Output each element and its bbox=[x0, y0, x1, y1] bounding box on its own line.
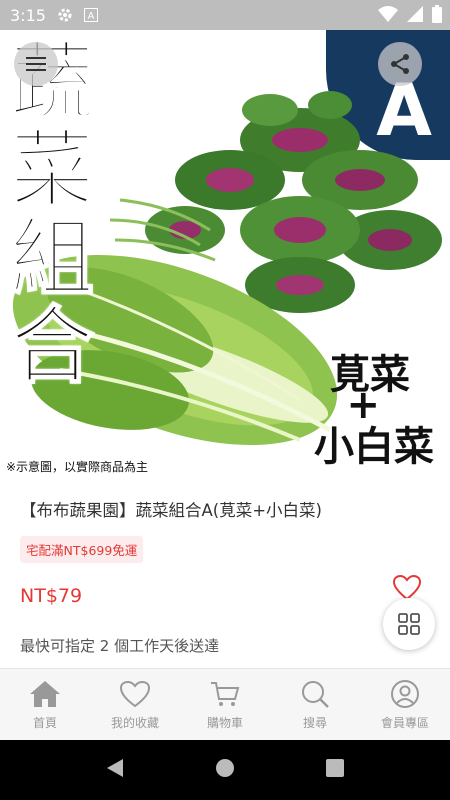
a-icon: A bbox=[82, 6, 100, 24]
image-side-line2: 小白菜 bbox=[314, 424, 434, 470]
image-title: 蔬 菜 組 合 bbox=[9, 37, 100, 395]
system-nav-bar bbox=[0, 740, 450, 800]
hamburger-icon bbox=[26, 57, 46, 71]
nav-item-search[interactable]: 搜尋 bbox=[270, 669, 360, 741]
nav-label: 首頁 bbox=[32, 715, 57, 730]
nav-label: 搜尋 bbox=[302, 715, 327, 730]
home-icon bbox=[30, 680, 60, 707]
status-bar: 3:15 A bbox=[0, 0, 450, 30]
bottom-nav: 首頁 我的收藏 購物車 搜尋 會員專區 bbox=[0, 668, 450, 741]
product-name: 【布布蔬果園】蔬菜組合A(莧菜+小白菜) bbox=[20, 501, 322, 520]
product-price: NT$79 bbox=[20, 585, 83, 607]
shipping-tag: 宅配滿NT$699免運 bbox=[20, 536, 144, 563]
share-button[interactable] bbox=[378, 42, 422, 86]
nav-label: 購物車 bbox=[206, 715, 243, 730]
menu-button[interactable] bbox=[14, 42, 58, 86]
signal-icon bbox=[406, 5, 424, 27]
image-title-char: 菜 bbox=[9, 121, 95, 219]
delivery-note: 最快可指定 2 個工作天後送達 bbox=[20, 637, 220, 655]
cart-icon bbox=[211, 681, 240, 706]
nav-item-home[interactable]: 首頁 bbox=[0, 669, 90, 741]
back-icon[interactable] bbox=[105, 758, 125, 782]
gear-icon bbox=[56, 6, 74, 24]
battery-icon bbox=[432, 5, 442, 27]
svg-text:A: A bbox=[88, 11, 95, 22]
status-time: 3:15 bbox=[10, 5, 46, 25]
home-circle-icon[interactable] bbox=[215, 758, 235, 782]
grid-menu-button[interactable] bbox=[383, 598, 435, 650]
nav-item-member[interactable]: 會員專區 bbox=[360, 669, 450, 741]
heart-icon bbox=[119, 680, 151, 707]
user-icon bbox=[391, 679, 419, 708]
grid-icon bbox=[398, 613, 420, 635]
nav-label: 會員專區 bbox=[380, 715, 429, 730]
nav-item-favorites[interactable]: 我的收藏 bbox=[90, 669, 180, 741]
image-title-char: 合 bbox=[9, 297, 95, 395]
image-title-char: 組 bbox=[9, 209, 95, 307]
nav-label: 我的收藏 bbox=[110, 715, 159, 730]
nav-item-cart[interactable]: 購物車 bbox=[180, 669, 270, 741]
wifi-icon bbox=[378, 5, 398, 27]
share-icon bbox=[391, 54, 409, 74]
product-image: A 蔬 菜 組 合 莧菜 + 小白菜 ※示意圖，以實際商品為主 bbox=[0, 30, 450, 480]
image-disclaimer: ※示意圖，以實際商品為主 bbox=[6, 460, 149, 474]
recents-icon[interactable] bbox=[325, 758, 345, 782]
search-icon bbox=[302, 680, 329, 708]
